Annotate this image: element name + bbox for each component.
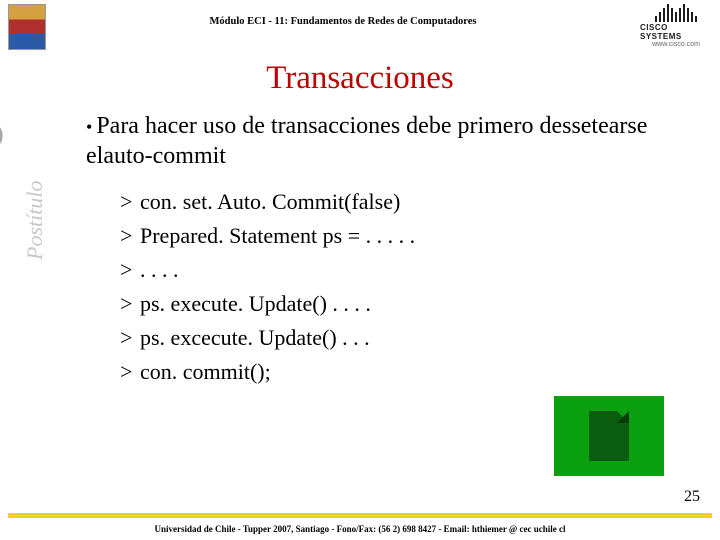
main-bullet-text: Para hacer uso de transacciones debe pri… <box>86 113 647 169</box>
footer-text: Universidad de Chile - Tupper 2007, Sant… <box>0 524 720 534</box>
page-number: 25 <box>684 488 700 506</box>
list-item-text: con. commit(); <box>140 359 271 384</box>
list-item-text: . . . . <box>140 257 179 282</box>
cisco-bars-icon <box>655 4 697 22</box>
cisco-logo: CISCO SYSTEMS www.cisco.com <box>640 4 712 48</box>
sidebar-watermark: internetworking <box>0 122 4 452</box>
sidebar-word-one: internet <box>0 291 3 452</box>
list-item-text: con. set. Auto. Commit(false) <box>140 189 400 214</box>
cisco-name: CISCO SYSTEMS <box>640 23 712 41</box>
module-title: Módulo ECI - 11: Fundamentos de Redes de… <box>46 4 640 27</box>
cisco-url: www.cisco.com <box>652 41 700 48</box>
main-bullet: •Para hacer uso de transacciones debe pr… <box>86 111 680 171</box>
list-item-text: ps. execute. Update() . . . . <box>140 291 371 316</box>
content-area: •Para hacer uso de transacciones debe pr… <box>86 111 680 390</box>
list-item: >con. set. Auto. Commit(false) <box>120 185 680 219</box>
file-icon <box>589 411 629 461</box>
footer-divider <box>8 513 712 518</box>
sidebar-subtitle: Postítulo <box>22 181 48 260</box>
list-item: >Prepared. Statement ps = . . . . . <box>120 219 680 253</box>
chevron-icon: > <box>120 321 140 355</box>
sidebar-word-two: working <box>0 122 3 291</box>
list-item: >. . . . <box>120 253 680 287</box>
attachment-box[interactable] <box>554 396 664 476</box>
list-item: >ps. execute. Update() . . . . <box>120 287 680 321</box>
header-bar: Módulo ECI - 11: Fundamentos de Redes de… <box>0 0 720 52</box>
chevron-icon: > <box>120 287 140 321</box>
chevron-icon: > <box>120 355 140 389</box>
list-item: >ps. excecute. Update() . . . <box>120 321 680 355</box>
list-item-text: Prepared. Statement ps = . . . . . <box>140 223 415 248</box>
slide-title: Transacciones <box>0 60 720 97</box>
list-item: >con. commit(); <box>120 355 680 389</box>
chevron-icon: > <box>120 219 140 253</box>
bullet-dot-icon: • <box>86 116 92 139</box>
university-logo-icon <box>8 4 46 50</box>
chevron-icon: > <box>120 185 140 219</box>
list-item-text: ps. excecute. Update() . . . <box>140 325 370 350</box>
chevron-icon: > <box>120 253 140 287</box>
code-list: >con. set. Auto. Commit(false) >Prepared… <box>120 185 680 390</box>
